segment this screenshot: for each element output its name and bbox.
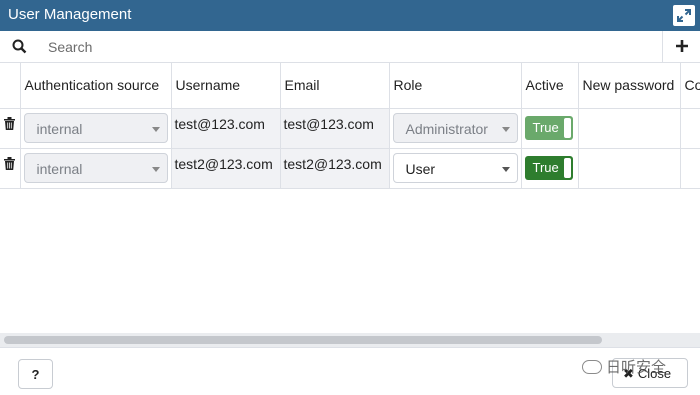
wechat-icon [582, 360, 602, 374]
users-table: Authentication source Username Email Rol… [0, 63, 700, 189]
active-cell: True [521, 108, 579, 149]
column-header-new-password[interactable]: New password [578, 63, 681, 109]
column-header-email[interactable]: Email [280, 63, 390, 109]
delete-cell[interactable] [0, 148, 21, 189]
horizontal-scrollbar[interactable] [0, 333, 700, 347]
column-header-role[interactable]: Role [389, 63, 522, 109]
active-toggle[interactable]: True [524, 116, 573, 140]
toggle-knob [563, 118, 571, 138]
role-select[interactable]: User [392, 153, 518, 183]
column-header-confirm-password[interactable]: Co [680, 63, 700, 109]
plus-icon [675, 40, 688, 52]
users-grid: Authentication source Username Email Rol… [0, 63, 700, 333]
role-cell: Administrator [389, 108, 522, 149]
confirm-password-cell[interactable] [680, 148, 700, 189]
window-title: User Management [8, 6, 132, 23]
username-cell: test2@123.com [171, 148, 281, 189]
search-input[interactable] [40, 35, 650, 59]
active-toggle-label: True [532, 160, 559, 175]
chevron-down-icon [501, 167, 510, 172]
chevron-down-icon [151, 167, 160, 172]
scrollbar-thumb[interactable] [4, 336, 602, 344]
auth-source-select: internal [23, 153, 168, 183]
table-row: internal test@123.com test@123.com Admin… [0, 108, 700, 149]
delete-cell[interactable] [0, 108, 21, 149]
chevron-down-icon [501, 127, 510, 132]
auth-source-cell: internal [20, 108, 172, 149]
watermark-text: 日听安全 [606, 359, 667, 376]
chevron-down-icon [151, 127, 160, 132]
auth-source-cell: internal [20, 148, 172, 189]
toggle-knob [563, 158, 571, 178]
role-value: Administrator [405, 121, 488, 137]
header-row: Authentication source Username Email Rol… [0, 63, 700, 109]
new-password-cell[interactable] [578, 108, 681, 149]
email-cell: test@123.com [280, 108, 390, 149]
column-header-username[interactable]: Username [171, 63, 281, 109]
maximize-button[interactable] [673, 5, 695, 26]
trash-icon[interactable] [4, 116, 16, 130]
new-password-cell[interactable] [578, 148, 681, 189]
username-cell: test@123.com [171, 108, 281, 149]
email-cell: test2@123.com [280, 148, 390, 189]
role-cell: User [389, 148, 522, 189]
auth-source-select: internal [23, 113, 168, 143]
dialog-footer: ? ✖ Close 日听安全 [0, 347, 700, 395]
add-user-button[interactable] [662, 31, 700, 62]
table-row: internal test2@123.com test2@123.com Use… [0, 148, 700, 189]
role-value: User [405, 161, 436, 177]
column-header-active[interactable]: Active [521, 63, 579, 109]
search-bar [0, 31, 700, 63]
help-button[interactable]: ? [18, 359, 53, 389]
title-bar: User Management [0, 0, 700, 31]
auth-source-value: internal [36, 121, 83, 137]
trash-icon[interactable] [4, 156, 16, 170]
active-cell: True [521, 148, 579, 189]
search-icon [12, 39, 27, 54]
delete-column-header [0, 63, 21, 109]
active-toggle[interactable]: True [524, 156, 573, 180]
maximize-icon [677, 9, 691, 22]
auth-source-value: internal [36, 161, 83, 177]
confirm-password-cell[interactable] [680, 108, 700, 149]
role-select: Administrator [392, 113, 518, 143]
active-toggle-label: True [532, 120, 559, 135]
watermark: 日听安全 [582, 356, 666, 377]
column-header-auth-source[interactable]: Authentication source [20, 63, 172, 109]
